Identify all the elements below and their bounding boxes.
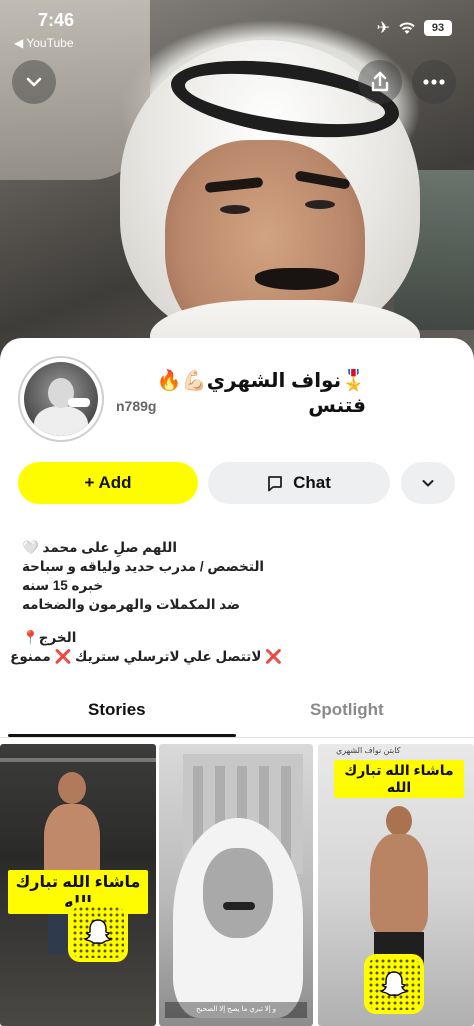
more-actions-dropdown[interactable] [401,462,455,504]
back-to-app-link[interactable]: ◀ YouTube [14,36,74,50]
collapse-button[interactable] [12,60,56,104]
avatar-ring[interactable] [18,356,104,442]
bio-line: خبره 15 سنه [22,578,104,593]
battery-indicator: 93 [424,20,452,36]
snapcode [68,902,128,962]
wifi-icon [398,21,416,35]
chat-icon [268,475,283,491]
status-icons: ✈ 93 [377,18,452,38]
profile-bio: اللهم صلِ على محمد 🤍 التخصص / مدرب حديد … [10,538,282,666]
mustache [255,268,339,290]
bio-line: الخرج📍 [22,630,77,645]
ghost-icon [83,919,113,944]
chevron-down-icon [26,77,42,87]
more-icon [423,79,445,85]
profile-tabs: Stories Spotlight [0,694,474,738]
story-label: ماشاء الله تبارك الله [334,760,464,798]
bio-line: اللهم صلِ على محمد 🤍 [22,540,177,555]
dropdown-chevron-icon [422,480,434,487]
add-friend-button[interactable]: + Add [18,462,198,504]
story-tile[interactable]: ماشاء الله تبارك الله [0,744,156,1026]
profile-username: n789g [116,398,157,414]
bio-line: ❌ لاتتصل علي لاترسلي ستريك ❌ ممنوع [10,649,282,664]
chat-button[interactable]: Chat [208,462,390,504]
share-icon [371,71,389,92]
share-button[interactable] [358,60,402,104]
more-options-button[interactable] [412,60,456,104]
chat-button-label: Chat [293,473,331,492]
avatar [24,362,98,436]
status-time: 7:46 [38,10,75,30]
airplane-mode-icon: ✈ [376,20,390,37]
tab-divider [0,737,474,738]
tab-spotlight[interactable]: Spotlight [310,700,384,720]
story-tile[interactable]: و إلا تبري ما يصح إلا الصحيح [159,744,313,1026]
snapcode [364,954,424,1014]
story-caption: و إلا تبري ما يصح إلا الصحيح [165,1002,307,1018]
ghost-icon [379,971,409,996]
story-tile[interactable]: كابتن نواف الشهري ماشاء الله تبارك الله [318,744,474,1026]
bio-line: التخصص / مدرب حديد ولياقه و سباحة [22,559,265,574]
profile-card: 🎖️نواف الشهري💪🏻🔥 فتنس n789g + Add Chat ا… [0,338,474,1026]
tab-stories[interactable]: Stories [88,700,146,720]
story-tag: كابتن نواف الشهري [336,746,401,755]
status-bar: 7:46 ◀ YouTube ✈ 93 [0,0,474,60]
bio-line: ضد المكملات والهرمون والضخامه [22,597,241,612]
